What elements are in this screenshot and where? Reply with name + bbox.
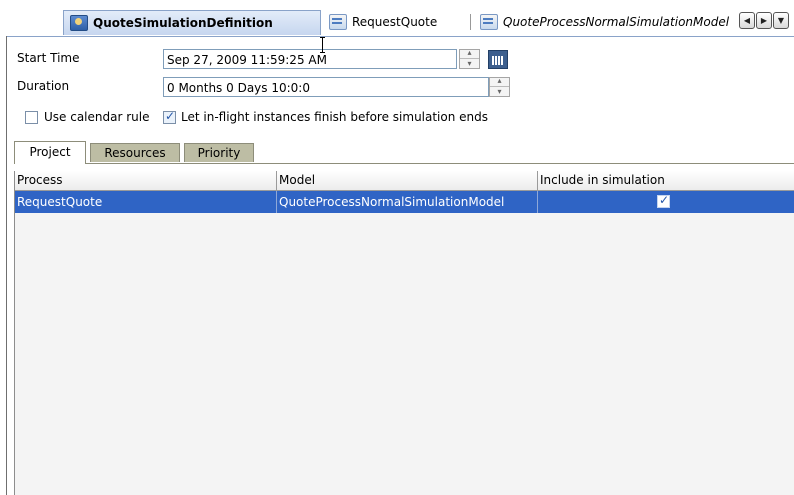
tab-priority[interactable]: Priority bbox=[184, 143, 254, 162]
tab-underline bbox=[14, 163, 794, 164]
editor-frame-left bbox=[6, 36, 7, 495]
editor-tab-quote-simulation-definition[interactable]: QuoteSimulationDefinition bbox=[63, 10, 321, 35]
tab-project[interactable]: Project bbox=[14, 141, 86, 164]
scroll-left-icon[interactable]: ◀ bbox=[739, 12, 755, 29]
tab-separator bbox=[470, 14, 471, 30]
start-time-spinner[interactable] bbox=[459, 48, 480, 69]
start-time-field[interactable]: Sep 27, 2009 11:59:25 AM bbox=[163, 49, 457, 69]
column-header-include[interactable]: Include in simulation bbox=[538, 171, 794, 190]
let-inflight-label: Let in-flight instances finish before si… bbox=[181, 110, 489, 124]
editor-tab-request-quote[interactable]: RequestQuote bbox=[323, 11, 437, 33]
editor-tab-label: QuoteSimulationDefinition bbox=[93, 16, 273, 30]
use-calendar-rule-checkbox[interactable] bbox=[25, 111, 38, 124]
let-inflight-checkbox[interactable] bbox=[163, 109, 176, 124]
editor-tab-simulation-model[interactable]: QuoteProcessNormalSimulationModel bbox=[474, 11, 736, 33]
simulation-definition-icon bbox=[70, 15, 88, 31]
editor-tab-label: QuoteProcessNormalSimulationModel bbox=[503, 15, 730, 29]
column-header-model[interactable]: Model bbox=[277, 171, 538, 190]
calendar-icon[interactable] bbox=[488, 50, 508, 69]
simulation-process-table: Process Model Include in simulation Requ… bbox=[14, 171, 794, 495]
duration-spinner[interactable] bbox=[489, 76, 510, 97]
tab-navigation: ◀ ▶ ▼ bbox=[739, 12, 790, 29]
text-cursor-icon bbox=[320, 37, 325, 53]
editor-frame-top bbox=[6, 36, 794, 37]
cell-process: RequestQuote bbox=[15, 191, 277, 213]
include-in-simulation-checkbox[interactable] bbox=[657, 193, 670, 208]
table-row[interactable]: RequestQuote QuoteProcessNormalSimulatio… bbox=[15, 191, 794, 213]
process-icon bbox=[329, 14, 347, 30]
scroll-right-icon[interactable]: ▶ bbox=[756, 12, 772, 29]
duration-label: Duration bbox=[17, 79, 70, 93]
tab-list-dropdown-icon[interactable]: ▼ bbox=[773, 12, 789, 29]
cell-model[interactable]: QuoteProcessNormalSimulationModel bbox=[277, 191, 538, 213]
simulation-model-icon bbox=[480, 14, 498, 30]
table-header: Process Model Include in simulation bbox=[15, 171, 794, 191]
editor-tab-label: RequestQuote bbox=[352, 15, 438, 29]
tab-resources[interactable]: Resources bbox=[90, 143, 180, 162]
column-header-process[interactable]: Process bbox=[15, 171, 277, 190]
editor-tab-strip: QuoteSimulationDefinition RequestQuote Q… bbox=[0, 0, 794, 40]
use-calendar-rule-label: Use calendar rule bbox=[44, 110, 150, 124]
start-time-label: Start Time bbox=[17, 51, 80, 65]
duration-field[interactable]: 0 Months 0 Days 10:0:0 bbox=[163, 77, 489, 97]
